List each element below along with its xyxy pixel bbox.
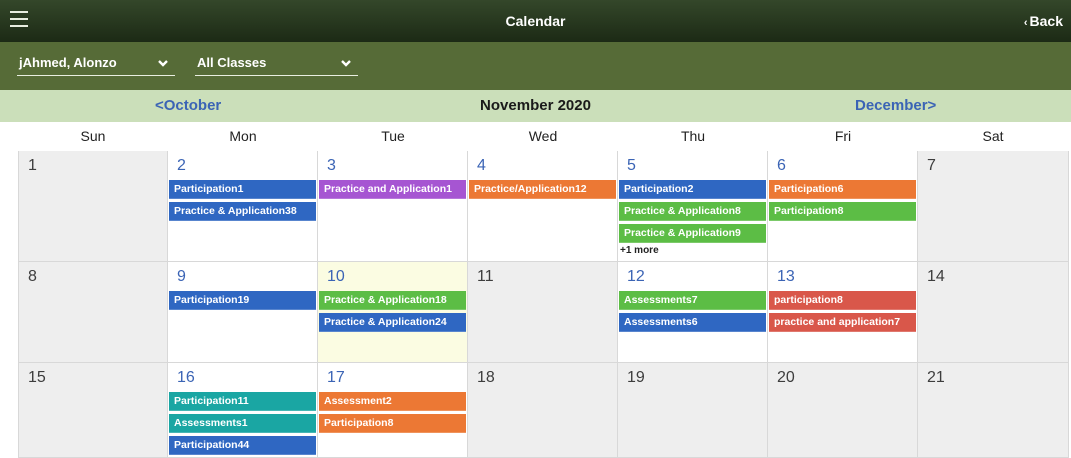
calendar-event[interactable]: Practice & Application38	[169, 202, 316, 221]
day-cell[interactable]: 5 Participation2 Practice & Application8 Pr…	[618, 151, 768, 262]
student-select-value: jAhmed, Alonzo	[19, 55, 117, 70]
calendar-event[interactable]: Participation8	[319, 414, 466, 433]
day-cell[interactable]: 2 Participation1 Practice & Application38	[168, 151, 318, 262]
day-number: 11	[477, 268, 494, 285]
day-cell[interactable]: 6 Participation6 Participation8	[768, 151, 918, 262]
calendar-event[interactable]: Participation8	[769, 202, 916, 221]
calendar-event[interactable]: Participation1	[169, 180, 316, 199]
day-cell[interactable]: 21	[918, 363, 1069, 458]
day-number: 20	[777, 369, 795, 386]
day-number: 7	[927, 157, 936, 174]
calendar-event[interactable]: Participation11	[169, 392, 316, 411]
day-number[interactable]: 13	[777, 268, 795, 286]
chevron-left-icon: ‹	[1023, 17, 1028, 29]
weekday-sun: Sun	[80, 128, 106, 144]
back-button[interactable]: ‹ Back	[1024, 0, 1063, 44]
month-navigation: <October November 2020 December>	[0, 90, 1071, 122]
filter-bar: jAhmed, Alonzo All Classes	[0, 42, 1071, 90]
day-cell[interactable]: 19	[618, 363, 768, 458]
weekday-tue: Tue	[381, 128, 405, 144]
day-number[interactable]: 17	[327, 369, 345, 387]
back-label: Back	[1029, 13, 1063, 29]
day-number: 15	[28, 369, 46, 386]
day-cell[interactable]: 3 Practice and Application1	[318, 151, 468, 262]
weekday-thu: Thu	[680, 128, 706, 144]
day-number[interactable]: 16	[177, 369, 195, 387]
calendar-event[interactable]: Practice & Application9	[619, 224, 766, 243]
calendar-event[interactable]: Practice and Application1	[319, 180, 466, 199]
day-number: 21	[927, 369, 945, 386]
next-month-link[interactable]: December>	[855, 90, 936, 122]
day-cell[interactable]: 7	[918, 151, 1069, 262]
day-cell[interactable]: 1	[18, 151, 168, 262]
day-cell[interactable]: 14	[918, 262, 1069, 363]
classes-select-value: All Classes	[197, 55, 267, 70]
page-title: Calendar	[505, 13, 566, 29]
calendar-event[interactable]: participation8	[769, 291, 916, 310]
day-number: 14	[927, 268, 945, 285]
day-number[interactable]: 12	[627, 268, 645, 286]
day-number: 19	[627, 369, 645, 386]
day-number: 18	[477, 369, 495, 386]
classes-select[interactable]: All Classes	[195, 53, 358, 76]
calendar-event[interactable]: Practice & Application8	[619, 202, 766, 221]
calendar-event[interactable]: practice and application7	[769, 313, 916, 332]
calendar-event[interactable]: Participation44	[169, 436, 316, 455]
day-cell[interactable]: 15	[18, 363, 168, 458]
calendar-event[interactable]: Assessments1	[169, 414, 316, 433]
day-number[interactable]: 4	[477, 157, 486, 175]
day-number: 8	[28, 268, 37, 285]
day-cell[interactable]: 4 Practice/Application12	[468, 151, 618, 262]
calendar-event[interactable]: Practice & Application24	[319, 313, 466, 332]
calendar-event[interactable]: Participation19	[169, 291, 316, 310]
more-events-link[interactable]: +1 more	[620, 245, 659, 256]
day-cell[interactable]: 11	[468, 262, 618, 363]
weekday-wed: Wed	[528, 128, 558, 144]
day-cell[interactable]: 12 Assessments7 Assessments6	[618, 262, 768, 363]
weekday-fri: Fri	[834, 128, 852, 144]
chevron-down-icon	[341, 60, 351, 67]
chevron-down-icon	[158, 60, 168, 67]
day-cell[interactable]: 8	[18, 262, 168, 363]
day-cell[interactable]: 13 participation8 practice and application…	[768, 262, 918, 363]
calendar-grid: 1 2 Participation1 Practice & Application38…	[18, 151, 1069, 458]
day-cell[interactable]: 9 Participation19	[168, 262, 318, 363]
calendar-event[interactable]: Assessments7	[619, 291, 766, 310]
day-number[interactable]: 3	[327, 157, 336, 175]
calendar-event[interactable]: Participation6	[769, 180, 916, 199]
calendar-event[interactable]: Participation2	[619, 180, 766, 199]
day-number[interactable]: 2	[177, 157, 186, 175]
weekday-mon: Mon	[229, 128, 257, 144]
day-number[interactable]: 6	[777, 157, 786, 175]
day-number: 1	[28, 157, 37, 174]
weekday-sat: Sat	[982, 128, 1004, 144]
day-number[interactable]: 10	[327, 268, 345, 286]
day-number[interactable]: 5	[627, 157, 636, 175]
day-cell[interactable]: 10 Practice & Application18 Practice & App…	[318, 262, 468, 363]
calendar-event[interactable]: Assessments6	[619, 313, 766, 332]
calendar-event[interactable]: Practice & Application18	[319, 291, 466, 310]
calendar-event[interactable]: Assessment2	[319, 392, 466, 411]
weekday-header: Sun Mon Tue Wed Thu Fri Sat	[18, 122, 1068, 151]
app-header: Calendar ‹ Back	[0, 0, 1071, 42]
calendar-event[interactable]: Practice/Application12	[469, 180, 616, 199]
day-cell[interactable]: 20	[768, 363, 918, 458]
day-cell[interactable]: 16 Participation11 Assessments1 Participati…	[168, 363, 318, 458]
day-cell[interactable]: 17 Assessment2 Participation8	[318, 363, 468, 458]
day-cell[interactable]: 18	[468, 363, 618, 458]
day-number[interactable]: 9	[177, 268, 186, 286]
student-select[interactable]: jAhmed, Alonzo	[17, 53, 175, 76]
